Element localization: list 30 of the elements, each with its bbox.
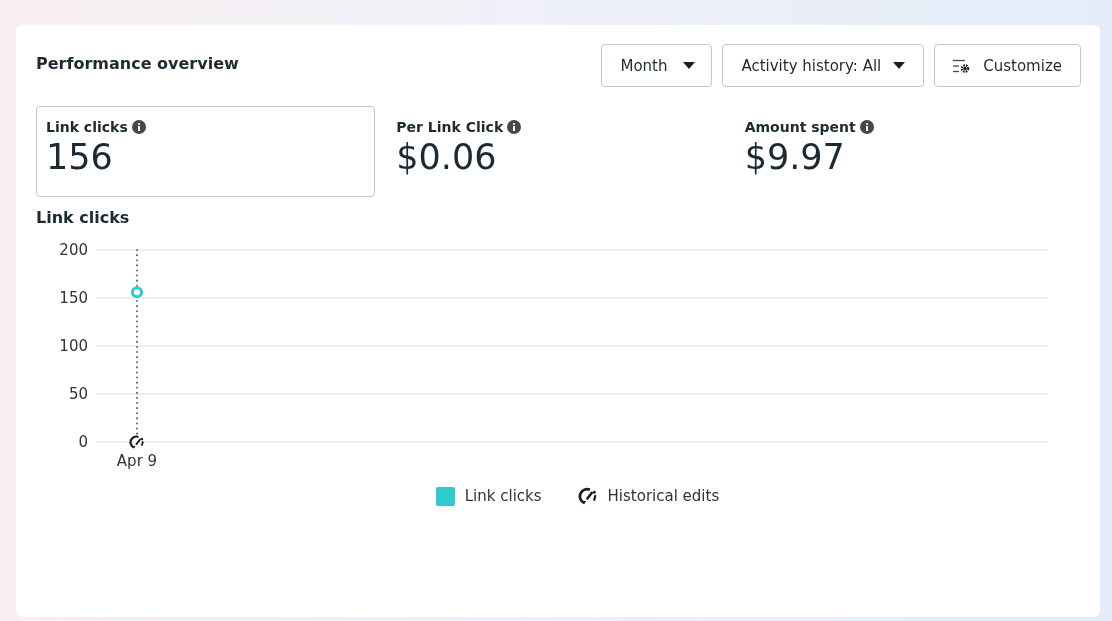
chart-title: Link clicks — [36, 208, 131, 227]
gauge-icon[interactable] — [130, 436, 144, 449]
metric-value: 156 — [46, 137, 114, 177]
x-tick-label: Apr 9 — [116, 452, 158, 470]
caret-icon — [683, 62, 696, 69]
metric-tile[interactable]: Link clicks 156 — [36, 106, 376, 197]
metric-value: $9.97 — [744, 137, 846, 177]
gauge-icon — [577, 486, 598, 506]
metric-tile[interactable]: Per Link Click $0.06 — [384, 106, 724, 197]
list-settings-icon — [953, 58, 972, 73]
info-icon[interactable] — [131, 120, 146, 134]
y-tick-label: 0 — [78, 433, 88, 451]
y-tick-label: 100 — [59, 337, 88, 355]
metric-label: Amount spent — [744, 119, 856, 135]
y-tick-label: 150 — [59, 289, 88, 307]
metric-label: Link clicks — [46, 119, 128, 135]
metric-value: $0.06 — [396, 137, 498, 177]
dropdown-button[interactable]: Activity history: All — [722, 44, 925, 87]
y-tick-label: 50 — [68, 385, 88, 403]
info-icon[interactable] — [507, 120, 522, 134]
metric-tile[interactable]: Amount spent $9.97 — [732, 106, 1072, 197]
customize-button[interactable]: Customize — [934, 44, 1081, 87]
caret-icon — [893, 62, 906, 69]
panel-title: Performance overview — [36, 54, 239, 73]
y-tick-label: 200 — [59, 241, 88, 259]
legend-label: Link clicks — [464, 487, 542, 505]
info-icon[interactable] — [859, 120, 874, 134]
dropdown-button[interactable]: Month — [601, 44, 713, 87]
metric-label: Per Link Click — [396, 119, 504, 135]
legend-label: Historical edits — [607, 487, 720, 505]
